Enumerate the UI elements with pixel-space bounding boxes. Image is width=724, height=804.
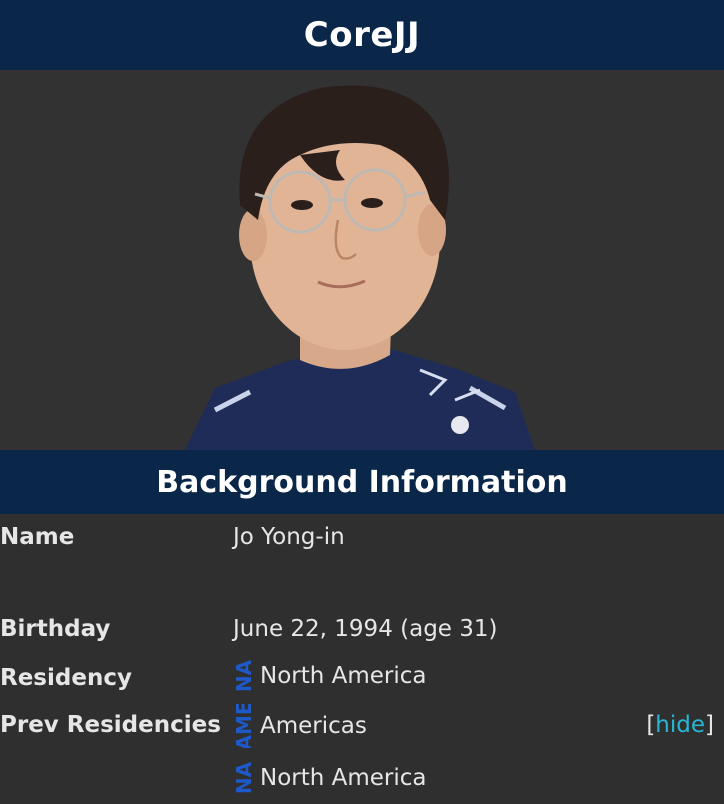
residency-name[interactable]: North America xyxy=(260,663,427,689)
prev-residency-item[interactable]: NA North America xyxy=(232,756,427,800)
player-name-title: CoreJJ xyxy=(303,15,421,55)
residency-label: Residency xyxy=(0,665,132,691)
section-title: Background Information xyxy=(156,464,568,500)
prev-residency-item[interactable]: AME Americas xyxy=(232,704,367,748)
prev-residency-name[interactable]: Americas xyxy=(260,713,367,739)
flag-icon: AME xyxy=(232,704,256,748)
birthday-label: Birthday xyxy=(0,616,111,642)
hide-toggle[interactable]: [hide] xyxy=(646,712,714,738)
player-portrait-image xyxy=(185,85,535,450)
infobox-title-bar: CoreJJ xyxy=(0,0,724,70)
section-header-background: Background Information xyxy=(0,450,724,514)
birthday-value: June 22, 1994 (age 31) xyxy=(233,616,498,642)
hide-link[interactable]: hide xyxy=(655,712,705,738)
residency-value[interactable]: NA North America xyxy=(232,654,427,698)
flag-icon: NA xyxy=(232,659,256,693)
prev-residencies-label: Prev Residencies xyxy=(0,712,221,738)
prev-residency-name[interactable]: North America xyxy=(260,765,427,791)
name-label: Name xyxy=(0,524,75,550)
player-photo xyxy=(0,70,724,450)
background-info-table: Name Jo Yong-in Birthday June 22, 1994 (… xyxy=(0,514,724,804)
flag-icon: NA xyxy=(232,761,256,795)
name-value: Jo Yong-in xyxy=(233,524,345,550)
